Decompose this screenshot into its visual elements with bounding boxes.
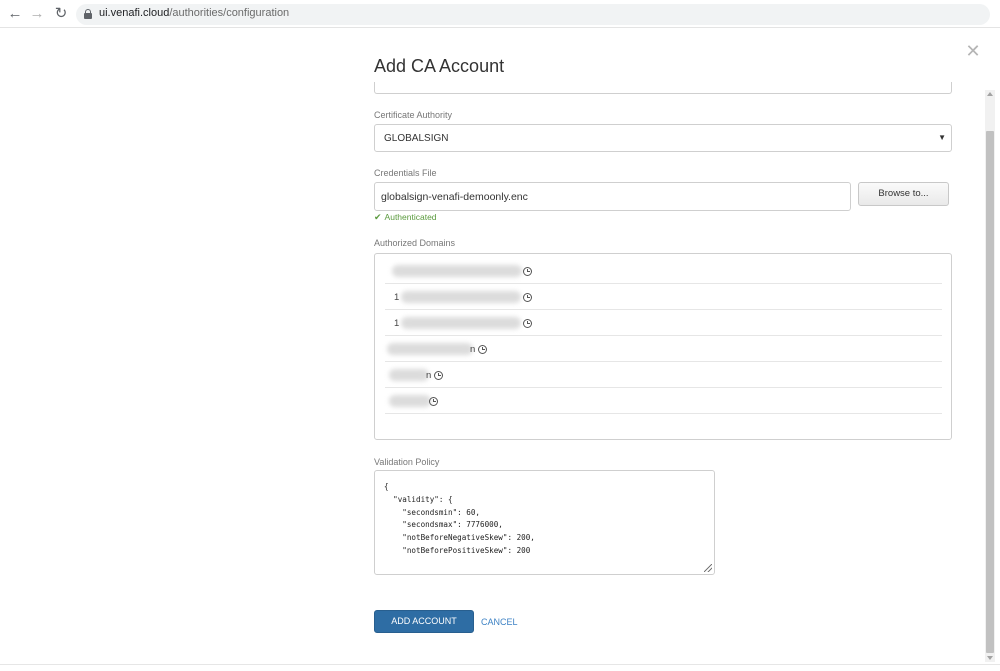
- domain-prefix: 1: [394, 318, 400, 329]
- domain-suffix: n: [470, 344, 476, 355]
- certificate-authority-select[interactable]: GLOBALSIGN ▼: [374, 124, 952, 152]
- divider: [0, 664, 1000, 665]
- reload-icon[interactable]: ↻: [52, 5, 70, 23]
- certificate-authority-value: GLOBALSIGN: [384, 133, 449, 144]
- credentials-file-input[interactable]: globalsign-venafi-demoonly.enc: [374, 182, 851, 211]
- validation-policy-text: { "validity": { "secondsmin": 60, "secon…: [384, 482, 535, 555]
- clock-icon[interactable]: [523, 319, 532, 328]
- account-name-input[interactable]: [374, 82, 952, 94]
- validation-policy-label: Validation Policy: [374, 457, 440, 467]
- validation-policy-textarea[interactable]: { "validity": { "secondsmin": 60, "secon…: [374, 470, 715, 575]
- scroll-up-icon[interactable]: [987, 92, 993, 96]
- domain-suffix: n: [426, 370, 432, 381]
- redacted-domain: [387, 343, 473, 355]
- resize-handle-icon[interactable]: [704, 564, 712, 572]
- domain-row: n: [385, 336, 942, 362]
- browse-button[interactable]: Browse to...: [858, 182, 949, 206]
- modal-title: Add CA Account: [374, 56, 505, 76]
- lock-icon: [84, 9, 92, 19]
- forward-arrow-icon[interactable]: →: [28, 5, 46, 23]
- clock-icon[interactable]: [523, 267, 532, 276]
- url-path: /authorities/configuration: [169, 7, 290, 19]
- address-bar[interactable]: ui.venafi.cloud/authorities/configuratio…: [76, 4, 990, 25]
- domain-row: [385, 388, 942, 414]
- authorized-domains-list[interactable]: 1 1 n n: [374, 253, 952, 440]
- browser-toolbar: ← → ↻ ui.venafi.cloud/authorities/config…: [0, 0, 1000, 28]
- url-host: ui.venafi.cloud: [99, 7, 170, 19]
- authorized-domains-label: Authorized Domains: [374, 238, 456, 248]
- close-icon[interactable]: ✕: [964, 42, 982, 60]
- domain-prefix: 1: [394, 292, 400, 303]
- authenticated-text: Authenticated: [384, 212, 437, 222]
- credentials-file-label: Credentials File: [374, 168, 437, 178]
- redacted-domain: [389, 369, 429, 381]
- back-arrow-icon[interactable]: ←: [6, 5, 24, 23]
- certificate-authority-label: Certificate Authority: [374, 110, 453, 120]
- clock-icon[interactable]: [523, 293, 532, 302]
- domain-row: n: [385, 362, 942, 388]
- clock-icon[interactable]: [429, 397, 438, 406]
- caret-down-icon: ▼: [938, 133, 946, 142]
- checkmark-icon: ✔: [374, 212, 382, 222]
- redacted-domain: [392, 265, 522, 277]
- add-account-button[interactable]: ADD ACCOUNT: [374, 610, 474, 633]
- domain-row: [385, 258, 942, 284]
- url-text: ui.venafi.cloud/authorities/configuratio…: [99, 7, 289, 19]
- redacted-domain: [389, 395, 431, 407]
- scrollbar-thumb[interactable]: [986, 131, 994, 653]
- domain-row: 1: [385, 284, 942, 310]
- credentials-file-value: globalsign-venafi-demoonly.enc: [381, 191, 528, 203]
- clock-icon[interactable]: [434, 371, 443, 380]
- cancel-link[interactable]: CANCEL: [481, 617, 518, 627]
- clock-icon[interactable]: [478, 345, 487, 354]
- redacted-domain: [401, 291, 521, 303]
- domain-row: 1: [385, 310, 942, 336]
- redacted-domain: [401, 317, 521, 329]
- scroll-down-icon[interactable]: [987, 656, 993, 660]
- authenticated-status: ✔ Authenticated: [374, 212, 437, 223]
